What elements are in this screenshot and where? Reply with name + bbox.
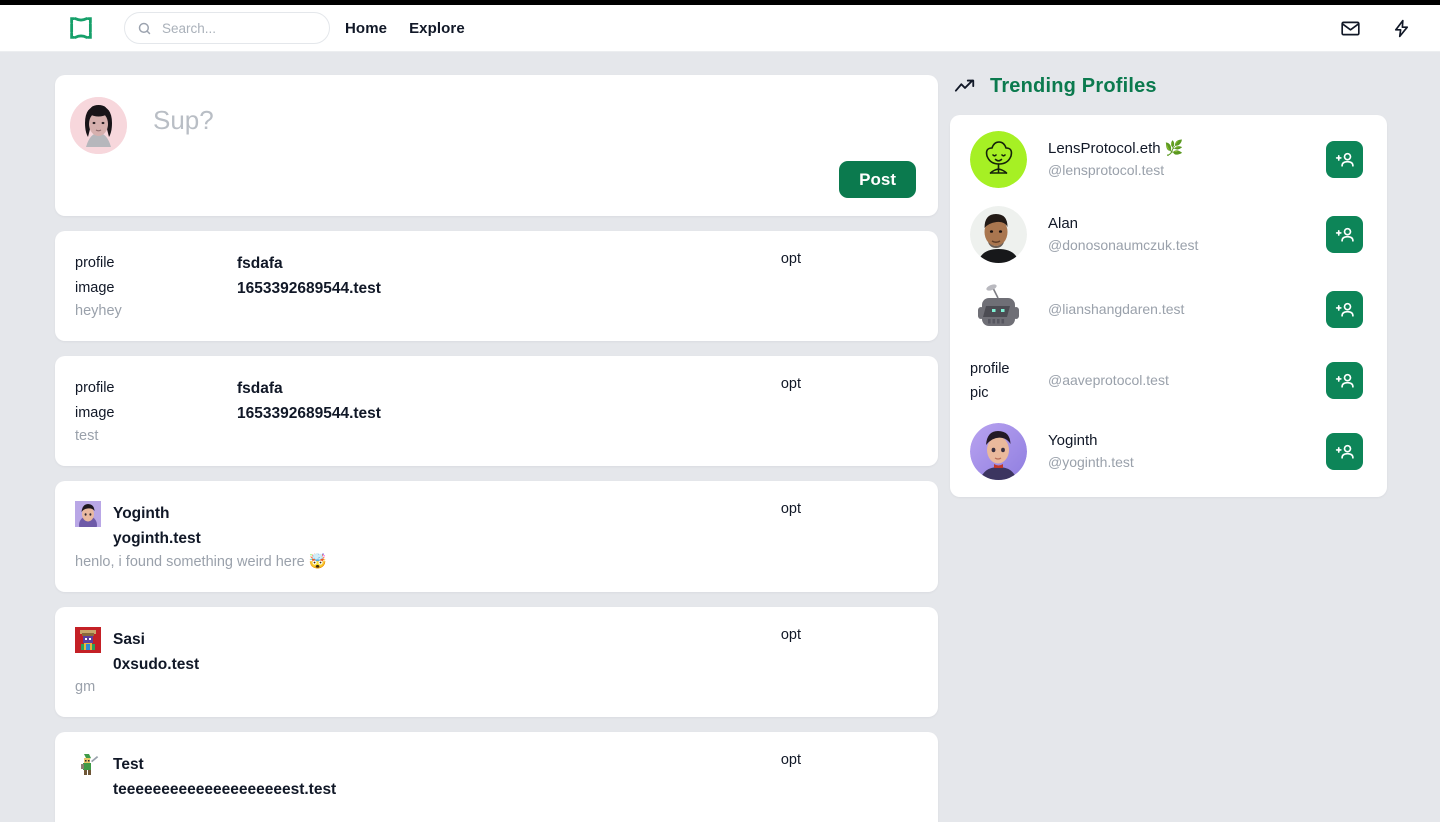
post-card: profile image fsdafa 1653392689544.test … (55, 231, 938, 341)
top-navbar: Home Explore (0, 5, 1440, 52)
add-user-icon (1335, 150, 1355, 170)
post-avatar-broken: profile image (75, 376, 225, 426)
add-user-icon (1335, 442, 1355, 462)
page-content: Post profile image fsdafa 1653392689544.… (0, 52, 1440, 822)
post-identity: fsdafa 1653392689544.test (237, 376, 381, 426)
trending-list: LensProtocol.eth 🌿 @lensprotocol.test Al… (950, 115, 1387, 497)
profile-meta: LensProtocol.eth 🌿 @lensprotocol.test (1048, 138, 1326, 181)
exploding-head-emoji: 🤯 (308, 554, 327, 570)
post-composer: Post (55, 75, 938, 216)
post-author-name: Yoginth (113, 505, 170, 522)
broken-image-alt: profile image (75, 380, 115, 421)
post-identity: fsdafa 1653392689544.test (237, 251, 381, 301)
post-identity: Test teeeeeeeeeeeeeeeeeeeest.test (113, 752, 336, 802)
trending-profile-row[interactable]: Alan @donosonaumczuk.test (950, 197, 1387, 272)
nav-links: Home Explore (345, 20, 465, 37)
post-button[interactable]: Post (839, 161, 916, 198)
profile-meta: Yoginth @yoginth.test (1048, 430, 1326, 473)
post-author-handle: 1653392689544.test (237, 280, 381, 297)
post-identity: Yoginth yoginth.test (113, 501, 201, 551)
post-author-name: fsdafa (237, 255, 283, 272)
add-user-icon (1335, 300, 1355, 320)
trending-column: Trending Profiles LensProtocol.eth 🌿 @le… (950, 75, 1387, 497)
trending-profile-row[interactable]: LensProtocol.eth 🌿 @lensprotocol.test (950, 122, 1387, 197)
post-options-button[interactable]: opt (781, 376, 801, 392)
composer-textarea[interactable] (153, 105, 853, 145)
follow-button[interactable] (1326, 291, 1363, 328)
nav-link-home[interactable]: Home (345, 20, 387, 37)
app-root: Home Explore (0, 0, 1440, 822)
follow-button[interactable] (1326, 433, 1363, 470)
lens-logo-icon[interactable] (66, 13, 96, 43)
nav-link-explore[interactable]: Explore (409, 20, 465, 37)
profile-name: Alan (1048, 215, 1079, 232)
follow-button[interactable] (1326, 216, 1363, 253)
post-author-name: Test (113, 756, 144, 773)
trending-profile-row[interactable]: Yoginth @yoginth.test (950, 414, 1387, 489)
feed-column: Post profile image fsdafa 1653392689544.… (55, 75, 938, 822)
trending-profile-row[interactable]: @lianshangdaren.test (950, 272, 1387, 347)
profile-avatar (970, 281, 1027, 338)
post-author-name: fsdafa (237, 380, 283, 397)
post-options-button[interactable]: opt (781, 251, 801, 267)
post-options-button[interactable]: opt (781, 501, 801, 517)
post-card: profile image fsdafa 1653392689544.test … (55, 356, 938, 466)
post-avatar (75, 501, 101, 527)
profile-meta: @aaveprotocol.test (1048, 370, 1326, 391)
post-identity: Sasi 0xsudo.test (113, 627, 199, 677)
post-card: Yoginth yoginth.test opt henlo, i found … (55, 481, 938, 592)
profile-meta: @lianshangdaren.test (1048, 299, 1326, 320)
post-options-button[interactable]: opt (781, 627, 801, 643)
lightning-bolt-icon[interactable] (1391, 18, 1412, 39)
composer-avatar (70, 97, 127, 154)
post-content-text: henlo, i found something weird here (75, 554, 309, 570)
trending-up-icon (954, 76, 976, 98)
post-author-name: Sasi (113, 631, 145, 648)
post-content: test (75, 428, 99, 444)
follow-button[interactable] (1326, 362, 1363, 399)
profile-meta: Alan @donosonaumczuk.test (1048, 213, 1326, 256)
mail-icon[interactable] (1340, 18, 1361, 39)
post-card: Test teeeeeeeeeeeeeeeeeeeest.test opt (55, 732, 938, 822)
post-author-handle: yoginth.test (113, 530, 201, 547)
post-author-handle: 1653392689544.test (237, 405, 381, 422)
profile-handle: @aaveprotocol.test (1048, 372, 1169, 388)
search-icon (137, 21, 152, 36)
trending-profile-row[interactable]: profile pic @aaveprotocol.test (950, 347, 1387, 414)
trending-title: Trending Profiles (990, 75, 1157, 97)
post-content: henlo, i found something weird here 🤯 (55, 553, 938, 592)
add-user-icon (1335, 225, 1355, 245)
profile-handle: @lianshangdaren.test (1048, 301, 1185, 317)
profile-avatar (970, 423, 1027, 480)
profile-handle: @donosonaumczuk.test (1048, 237, 1199, 253)
nav-actions (1340, 18, 1412, 39)
search-input[interactable] (162, 20, 312, 36)
post-options-button[interactable]: opt (781, 752, 801, 768)
post-avatar (75, 627, 101, 653)
post-content: heyhey (75, 303, 122, 319)
post-card: Sasi 0xsudo.test opt gm (55, 607, 938, 717)
profile-avatar (970, 206, 1027, 263)
post-content: gm (75, 679, 96, 695)
broken-image-alt: profile pic (970, 360, 1010, 401)
post-author-handle: 0xsudo.test (113, 656, 200, 673)
post-author-handle: teeeeeeeeeeeeeeeeeeeest.test (113, 781, 337, 798)
follow-button[interactable] (1326, 141, 1363, 178)
search-box[interactable] (124, 12, 330, 44)
profile-avatar-broken: profile pic (970, 357, 1027, 405)
add-user-icon (1335, 371, 1355, 391)
post-avatar (75, 752, 101, 778)
profile-name: LensProtocol.eth 🌿 (1048, 140, 1184, 157)
post-content (55, 804, 938, 822)
profile-avatar (970, 131, 1027, 188)
profile-handle: @lensprotocol.test (1048, 162, 1165, 178)
broken-image-alt: profile image (75, 255, 115, 296)
profile-name: Yoginth (1048, 432, 1098, 449)
profile-handle: @yoginth.test (1048, 454, 1134, 470)
trending-header: Trending Profiles (950, 75, 1387, 98)
post-avatar-broken: profile image (75, 251, 225, 301)
